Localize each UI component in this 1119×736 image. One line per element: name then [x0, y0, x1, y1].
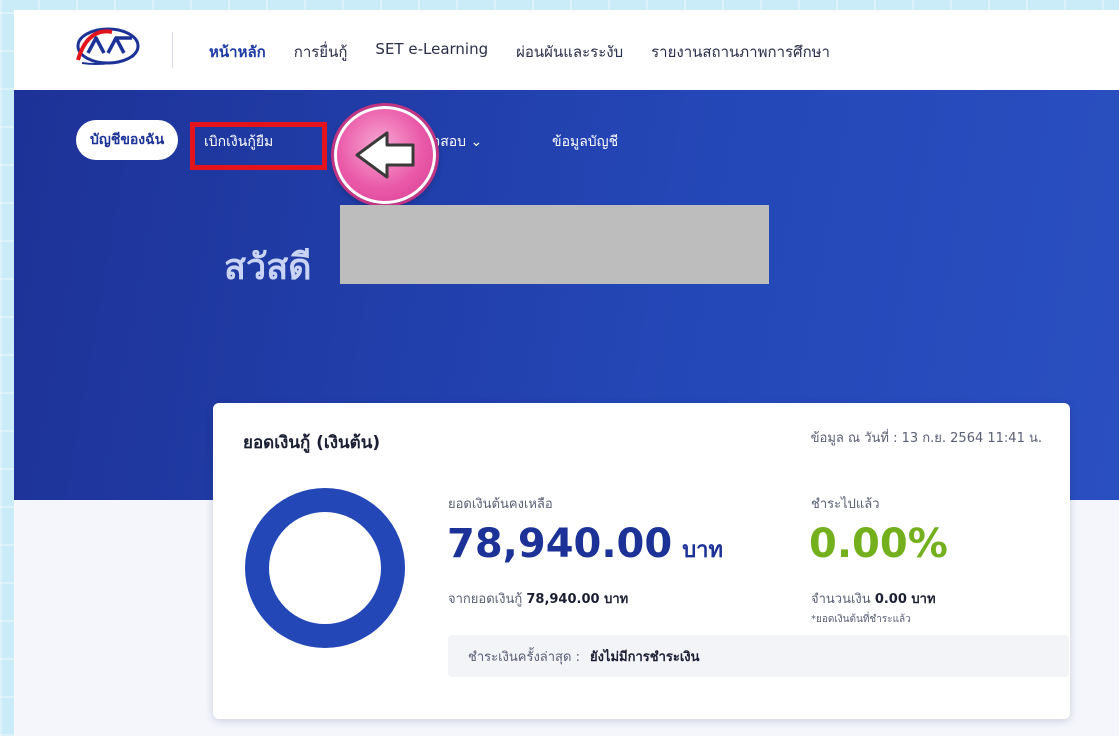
topnav-deferment[interactable]: ผ่อนผันและระงับ: [516, 40, 623, 64]
from-total-label: จากยอดเงินกู้: [448, 592, 523, 607]
sub-navigation: บัญชีของฉัน: [76, 120, 179, 160]
principal-amount-value: 78,940.00: [447, 521, 673, 567]
from-total-value: 78,940.00 บาท: [526, 592, 629, 607]
chevron-down-icon: ⌄: [470, 134, 483, 150]
loan-donut-chart: [245, 488, 405, 648]
subnav-check[interactable]: จสอบ ⌄: [432, 131, 482, 153]
top-navigation: หน้าหลัก การยื่นกู้ SET e-Learning ผ่อนผ…: [14, 10, 1119, 90]
paid-label: ชำระไปแล้ว: [811, 497, 880, 512]
arrow-badge: [334, 106, 436, 204]
topnav-items: หน้าหลัก การยื่นกู้ SET e-Learning ผ่อนผ…: [209, 40, 830, 64]
principal-label: ยอดเงินต้นคงเหลือ: [448, 497, 553, 512]
last-payment-bar: ชำระเงินครั้งล่าสุด : ยังไม่มีการชำระเงิ…: [448, 635, 1069, 677]
subnav-my-account[interactable]: บัญชีของฉัน: [76, 120, 179, 160]
data-date: ข้อมูล ณ วันที่ : 13 ก.ย. 2564 11:41 น.: [810, 431, 1042, 446]
last-payment-value: ยังไม่มีการชำระเงิน: [589, 649, 700, 665]
arrow-left-icon: [355, 131, 415, 179]
from-total: จากยอดเงินกู้ 78,940.00 บาท: [448, 588, 628, 609]
topnav-home[interactable]: หน้าหลัก: [209, 40, 266, 64]
principal-unit: บาท: [682, 538, 724, 563]
paid-amount: จำนวนเงิน 0.00 บาท: [811, 588, 936, 609]
subnav-check-label: จสอบ: [432, 134, 467, 150]
logo-icon: [76, 27, 140, 66]
principal-amount: 78,940.00 บาท: [447, 521, 723, 567]
last-payment-label: ชำระเงินครั้งล่าสุด :: [468, 649, 580, 665]
logo-divider: [172, 32, 173, 68]
greeting-text: สวัสดี: [224, 247, 312, 288]
topnav-education-status-report[interactable]: รายงานสถานภาพการศึกษา: [651, 40, 830, 64]
paid-percent: 0.00%: [809, 521, 948, 567]
card-title: ยอดเงินกู้ (เงินต้น): [243, 433, 381, 453]
browser-page: หน้าหลัก การยื่นกู้ SET e-Learning ผ่อนผ…: [14, 10, 1119, 736]
paid-amount-note: *ยอดเงินต้นที่ชำระแล้ว: [811, 614, 911, 625]
paid-amount-label: จำนวนเงิน: [811, 592, 871, 607]
paid-amount-value: 0.00 บาท: [874, 592, 936, 607]
loan-summary-card: ยอดเงินกู้ (เงินต้น) ข้อมูล ณ วันที่ : 1…: [213, 403, 1070, 719]
topnav-loan-application[interactable]: การยื่นกู้: [294, 40, 348, 64]
redacted-name: [340, 205, 769, 284]
topnav-set-elearning[interactable]: SET e-Learning: [375, 40, 488, 64]
subnav-account-info[interactable]: ข้อมูลบัญชี: [552, 131, 618, 153]
highlight-box: [190, 122, 327, 170]
